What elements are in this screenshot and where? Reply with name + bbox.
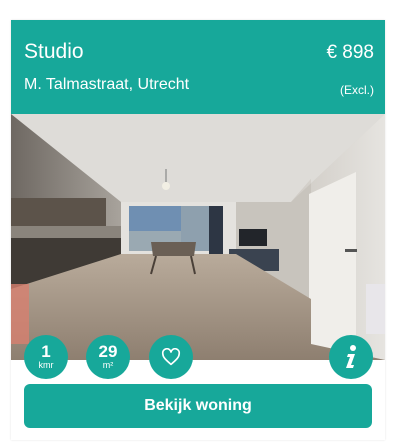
info-icon <box>346 345 356 368</box>
listing-card[interactable]: Studio € 898 M. Talmastraat, Utrecht (Ex… <box>11 20 385 440</box>
listing-title: Studio <box>24 40 84 63</box>
price-note: (Excl.) <box>340 83 374 97</box>
listing-price: € 898 <box>326 42 374 63</box>
info-button[interactable] <box>329 335 373 379</box>
view-listing-button[interactable]: Bekijk woning <box>24 384 372 428</box>
area-value: 29 <box>98 341 118 361</box>
rooms-value: 1 <box>41 341 51 361</box>
area-unit: m² <box>102 359 114 370</box>
rooms-badge: 1 kmr <box>24 335 68 379</box>
listing-header: Studio € 898 M. Talmastraat, Utrecht (Ex… <box>11 20 385 114</box>
rooms-unit: kmr <box>38 359 54 370</box>
area-badge: 29 m² <box>86 335 130 379</box>
favorite-button[interactable] <box>149 335 193 379</box>
listing-address: M. Talmastraat, Utrecht <box>24 76 190 93</box>
listing-photo[interactable] <box>11 114 385 360</box>
heart-icon <box>161 348 181 366</box>
